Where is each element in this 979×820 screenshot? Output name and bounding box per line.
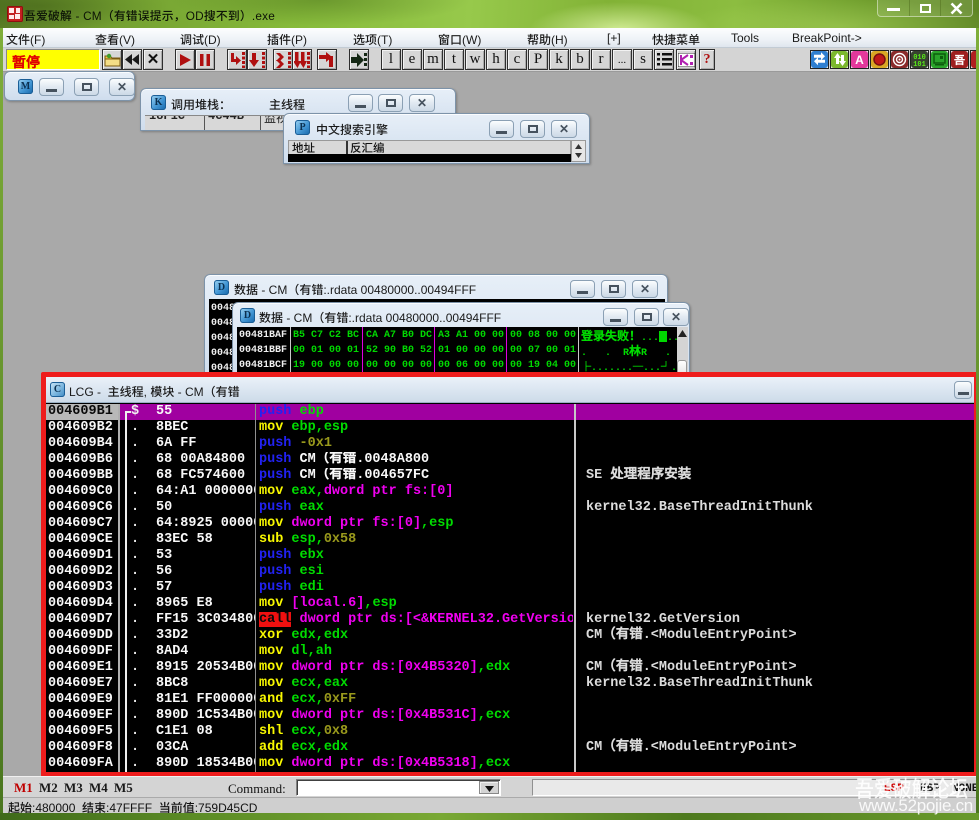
svg-text:A: A [855, 53, 864, 67]
svg-text:101: 101 [913, 61, 926, 68]
svg-text:吾: 吾 [954, 52, 965, 68]
